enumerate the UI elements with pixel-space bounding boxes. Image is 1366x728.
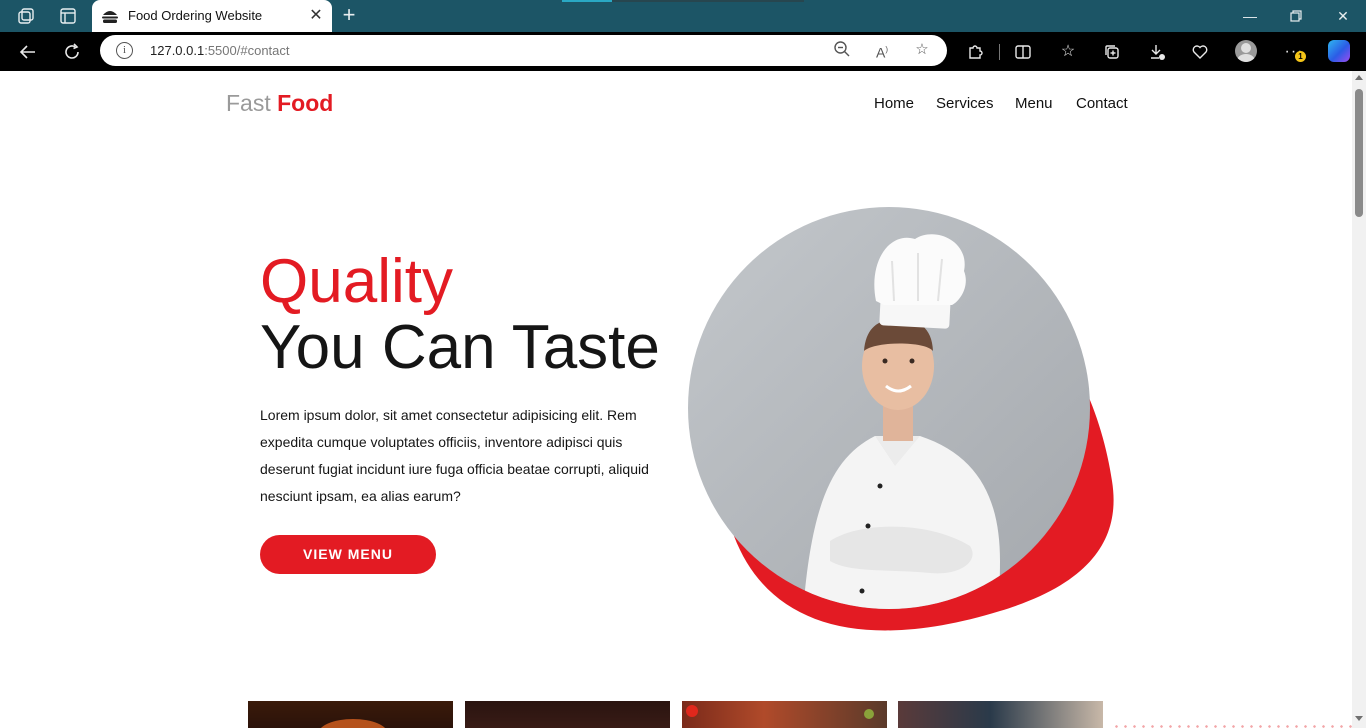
downloads-icon-svg xyxy=(1151,45,1165,60)
address-bar[interactable]: i 127.0.0.1:5500/#contact A) ☆ xyxy=(100,35,947,66)
scroll-down-icon[interactable] xyxy=(1355,716,1363,721)
nav-menu[interactable]: Menu xyxy=(1015,95,1053,112)
refresh-icon-svg xyxy=(65,43,79,59)
profile-avatar[interactable] xyxy=(1235,40,1257,62)
workspaces-icon[interactable] xyxy=(16,6,36,26)
extensions-icon[interactable] xyxy=(963,40,987,64)
page-scrollbar[interactable] xyxy=(1352,71,1366,728)
collections-icon[interactable] xyxy=(1100,40,1124,64)
split-icon-svg xyxy=(1015,45,1031,59)
tab-title: Food Ordering Website xyxy=(128,8,263,23)
favorites-icon[interactable]: ☆ xyxy=(1056,40,1080,64)
web-page: Fast Food Home Services Menu Contact Qua… xyxy=(0,71,1352,728)
notification-badge: 1 xyxy=(1295,51,1306,62)
titlebar-accent xyxy=(562,0,804,2)
food-thumbnail-4[interactable] xyxy=(898,701,1103,728)
food-thumbnail-3[interactable] xyxy=(682,701,887,728)
logo-part2: Food xyxy=(277,90,334,116)
favorite-star-icon[interactable]: ☆ xyxy=(912,40,932,60)
restore-icon[interactable] xyxy=(1284,6,1308,26)
workspaces-icon-svg xyxy=(18,8,34,24)
back-icon[interactable] xyxy=(16,40,40,64)
nav-contact[interactable]: Contact xyxy=(1076,95,1128,112)
food-thumbnail-2[interactable] xyxy=(465,701,670,728)
toolbar-divider xyxy=(999,44,1000,60)
close-tab-icon[interactable]: ✕ xyxy=(308,7,324,25)
tab-actions-icon-svg xyxy=(60,8,76,24)
copilot-icon[interactable] xyxy=(1328,40,1350,62)
view-menu-button[interactable]: VIEW MENU xyxy=(260,535,436,574)
hero-description: Lorem ipsum dolor, sit amet consectetur … xyxy=(260,407,649,504)
extensions-icon-svg xyxy=(969,45,983,59)
zoom-icon-svg xyxy=(834,41,850,57)
restore-icon-svg xyxy=(1290,10,1302,22)
active-tab[interactable]: Food Ordering Website ✕ xyxy=(92,0,332,32)
close-window-icon[interactable]: ✕ xyxy=(1331,6,1355,26)
url-text[interactable]: 127.0.0.1:5500/#contact xyxy=(150,43,290,58)
burger-icon-svg xyxy=(102,11,118,23)
hero-title-line2: You Can Taste xyxy=(260,313,660,382)
browser-titlebar: Food Ordering Website ✕ + — ✕ xyxy=(0,0,1366,32)
split-screen-icon[interactable] xyxy=(1011,40,1035,64)
collections-icon-svg xyxy=(1105,45,1119,59)
browser-toolbar: i 127.0.0.1:5500/#contact A) ☆ ☆ ··· xyxy=(0,32,1366,71)
chef-illustration xyxy=(688,207,1114,631)
nav-home[interactable]: Home xyxy=(874,95,914,112)
hero-title-line1: Quality xyxy=(260,247,453,316)
burger-icon xyxy=(101,8,119,24)
back-icon-svg xyxy=(19,45,35,59)
minimize-icon[interactable]: — xyxy=(1238,6,1262,26)
read-aloud-icon[interactable]: A) xyxy=(872,40,892,61)
downloads-icon[interactable] xyxy=(1145,40,1169,64)
nav-services[interactable]: Services xyxy=(936,95,994,112)
refresh-icon[interactable] xyxy=(60,40,84,64)
browser-essentials-icon[interactable] xyxy=(1188,40,1212,64)
food-thumbnail-1[interactable] xyxy=(248,701,453,728)
logo-part1: Fast xyxy=(226,90,271,116)
scrollbar-thumb[interactable] xyxy=(1355,89,1363,217)
site-logo[interactable]: Fast Food xyxy=(226,90,333,117)
zoom-out-icon[interactable] xyxy=(832,40,852,60)
scroll-up-icon[interactable] xyxy=(1355,75,1363,80)
url-host: 127.0.0.1 xyxy=(150,43,205,58)
url-path: :5500/#contact xyxy=(204,43,290,58)
new-tab-icon[interactable]: + xyxy=(338,4,360,28)
site-info-icon[interactable]: i xyxy=(116,42,133,59)
heart-icon-svg xyxy=(1192,45,1208,59)
tab-actions-icon[interactable] xyxy=(58,6,78,26)
